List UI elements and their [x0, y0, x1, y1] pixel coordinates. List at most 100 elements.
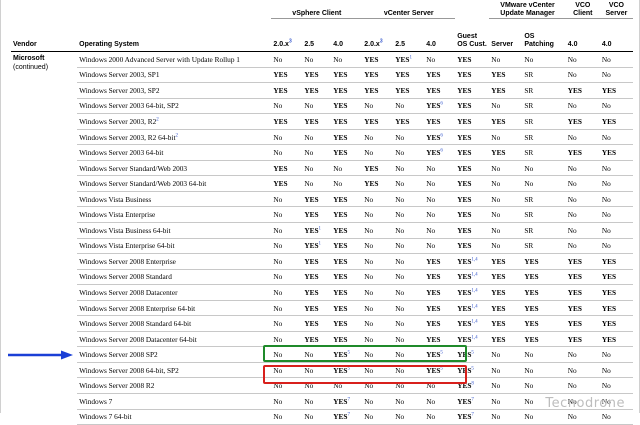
support-cell-vsphere-2-0x: No	[271, 222, 303, 239]
os-name-cell: Windows Vista Enterprise 64-bit	[77, 238, 272, 255]
support-cell-vco-server-4-0: YES	[599, 331, 633, 348]
support-cell-vcenter-2-0x: No	[362, 222, 394, 239]
support-cell-vco-server-4-0: No	[599, 222, 633, 239]
support-cell-vsphere-4-0: No	[331, 51, 363, 68]
column-header-vcenter-4-0: 4.0	[424, 18, 456, 52]
header-group-vco-client: VCO Client	[565, 2, 600, 19]
support-cell-vsphere-2-5: YES	[302, 67, 332, 84]
support-cell-vco-server-4-0: No	[599, 362, 633, 379]
footnote-ref[interactable]: 6	[440, 102, 443, 107]
support-cell-vco-server-4-0: No	[599, 67, 633, 84]
footnote-ref[interactable]: 7	[347, 413, 350, 418]
support-cell-vsphere-2-5: No	[302, 51, 332, 68]
os-name-cell: Windows Server 2008 Datacenter 64-bit	[77, 331, 272, 348]
support-cell-vcenter-2-0x: No	[362, 269, 394, 286]
vendor-name: Microsoft	[13, 55, 45, 62]
support-cell-vsphere-2-0x: No	[271, 300, 303, 317]
os-name-cell: Windows 7	[77, 393, 272, 410]
os-name-cell: Windows Server 2008 64-bit, SP2	[77, 362, 272, 379]
footnote-ref[interactable]: 1,4	[471, 289, 477, 294]
support-cell-vsphere-2-5: YES	[302, 300, 332, 317]
footnote-ref[interactable]: 1	[319, 242, 322, 247]
support-cell-vum-os-patching: SR	[522, 98, 566, 115]
support-cell-vsphere-2-5: No	[302, 393, 332, 410]
support-cell-vco-server-4-0: No	[599, 51, 633, 68]
support-cell-vcenter-2-0x: YES	[362, 160, 394, 177]
table-row: Windows Server 2008 Enterprise No YES YES No…	[11, 253, 633, 270]
support-cell-vco-server-4-0: No	[599, 160, 633, 177]
footnote-ref[interactable]: 8	[471, 382, 474, 387]
support-cell-vco-server-4-0: YES	[599, 144, 633, 161]
support-cell-vcenter-2-5: No	[393, 409, 425, 425]
footnote-ref[interactable]: 1,4	[471, 320, 477, 325]
footnote-ref[interactable]: 2	[156, 118, 159, 123]
support-cell-vcenter-2-5: No	[393, 160, 425, 177]
support-cell-vsphere-2-5: No	[302, 409, 332, 425]
footnote-ref[interactable]: 5	[347, 366, 350, 371]
support-cell-vsphere-2-5: YES	[302, 269, 332, 286]
support-cell-vsphere-2-0x: No	[271, 98, 303, 115]
support-cell-vcenter-2-0x: No	[362, 315, 394, 332]
support-cell-vco-server-4-0: No	[599, 206, 633, 224]
footnote-ref[interactable]: 3	[289, 39, 292, 45]
support-cell-vco-client-4-0: YES	[565, 82, 600, 99]
support-cell-vco-server-4-0: YES	[599, 284, 633, 301]
footnote-ref[interactable]: 5	[471, 366, 474, 371]
support-cell-vum-server: YES	[489, 269, 523, 286]
footnote-ref[interactable]: 7	[471, 397, 474, 402]
table-row: Windows Server 2003 64-bit, SP2 No No YES No…	[11, 98, 633, 115]
column-header-vum-server: Server	[489, 18, 523, 52]
footnote-ref[interactable]: 1	[319, 226, 322, 231]
support-cell-vum-server: No	[489, 98, 523, 115]
table-row: Windows Server 2003, R22 YES YES YES YES YES Y…	[11, 113, 633, 130]
support-cell-vum-server: No	[489, 129, 523, 146]
table-row: Windows Server 2008 SP2 No No YES5 No No YES5 Y…	[11, 346, 633, 363]
footnote-ref[interactable]: 1,4	[471, 335, 477, 340]
table-row: Windows Server 2003, SP1 YES YES YES YES YES Y…	[11, 67, 633, 84]
support-cell-vco-server-4-0: YES	[599, 315, 633, 332]
footnote-ref[interactable]: 1,4	[471, 257, 477, 262]
footnote-ref[interactable]: 7	[347, 397, 350, 402]
footnote-ref[interactable]: 7	[471, 413, 474, 418]
support-cell-guest-os-cust: YES	[455, 82, 490, 99]
support-cell-vsphere-2-0x: YES	[271, 175, 303, 192]
support-cell-guest-os-cust: YES1,4	[455, 284, 490, 301]
support-cell-vcenter-2-0x: No	[362, 191, 394, 208]
support-cell-vco-server-4-0: YES	[599, 300, 633, 317]
support-cell-vcenter-4-0: YES	[424, 331, 456, 348]
footnote-ref[interactable]: 1,4	[471, 304, 477, 309]
support-cell-vcenter-2-0x: No	[362, 206, 394, 224]
support-cell-vcenter-4-0: YES	[424, 253, 456, 270]
support-cell-vsphere-2-5: YES	[302, 253, 332, 270]
support-cell-vsphere-4-0: YES	[331, 67, 363, 84]
table-row: Windows 7 64-bit No No YES7 No No No YES7 No No No…	[11, 409, 633, 425]
footnote-ref[interactable]: 1	[409, 55, 412, 60]
column-header-vcenter-2-5: 2.5	[393, 18, 425, 52]
footnote-ref[interactable]: 6	[440, 149, 443, 154]
support-cell-vco-server-4-0: No	[599, 175, 633, 192]
footnote-ref[interactable]: 6	[440, 133, 443, 138]
support-cell-vcenter-4-0: YES	[424, 113, 456, 130]
support-cell-vcenter-4-0: YES	[424, 300, 456, 317]
footnote-ref[interactable]: 5	[440, 351, 443, 356]
support-cell-vum-os-patching: No	[522, 346, 566, 363]
support-cell-vcenter-2-5: No	[393, 129, 425, 146]
table-row: Windows Server 2003 64-bit No No YES No No YES…	[11, 144, 633, 161]
support-cell-vum-server: No	[489, 206, 523, 224]
support-cell-vcenter-4-0: YES5	[424, 362, 456, 379]
support-cell-vum-server: YES	[489, 113, 523, 130]
support-cell-vsphere-4-0: YES7	[331, 393, 363, 410]
footnote-ref[interactable]: 2	[176, 133, 179, 138]
support-cell-vsphere-2-0x: YES	[271, 67, 303, 84]
footnote-ref[interactable]: 1,4	[471, 273, 477, 278]
header-group-vcenter-server: vCenter Server	[362, 2, 456, 19]
footnote-ref[interactable]: 5	[471, 351, 474, 356]
support-cell-vcenter-2-0x: YES	[362, 82, 394, 99]
footnote-ref[interactable]: 3	[380, 39, 383, 45]
footnote-ref[interactable]: 5	[347, 351, 350, 356]
support-cell-vcenter-2-5: No	[393, 315, 425, 332]
footnote-ref[interactable]: 5	[440, 366, 443, 371]
os-name-cell: Windows Server 2003, SP1	[77, 67, 272, 84]
support-cell-vsphere-2-0x: YES	[271, 113, 303, 130]
support-cell-vsphere-2-0x: No	[271, 346, 303, 363]
